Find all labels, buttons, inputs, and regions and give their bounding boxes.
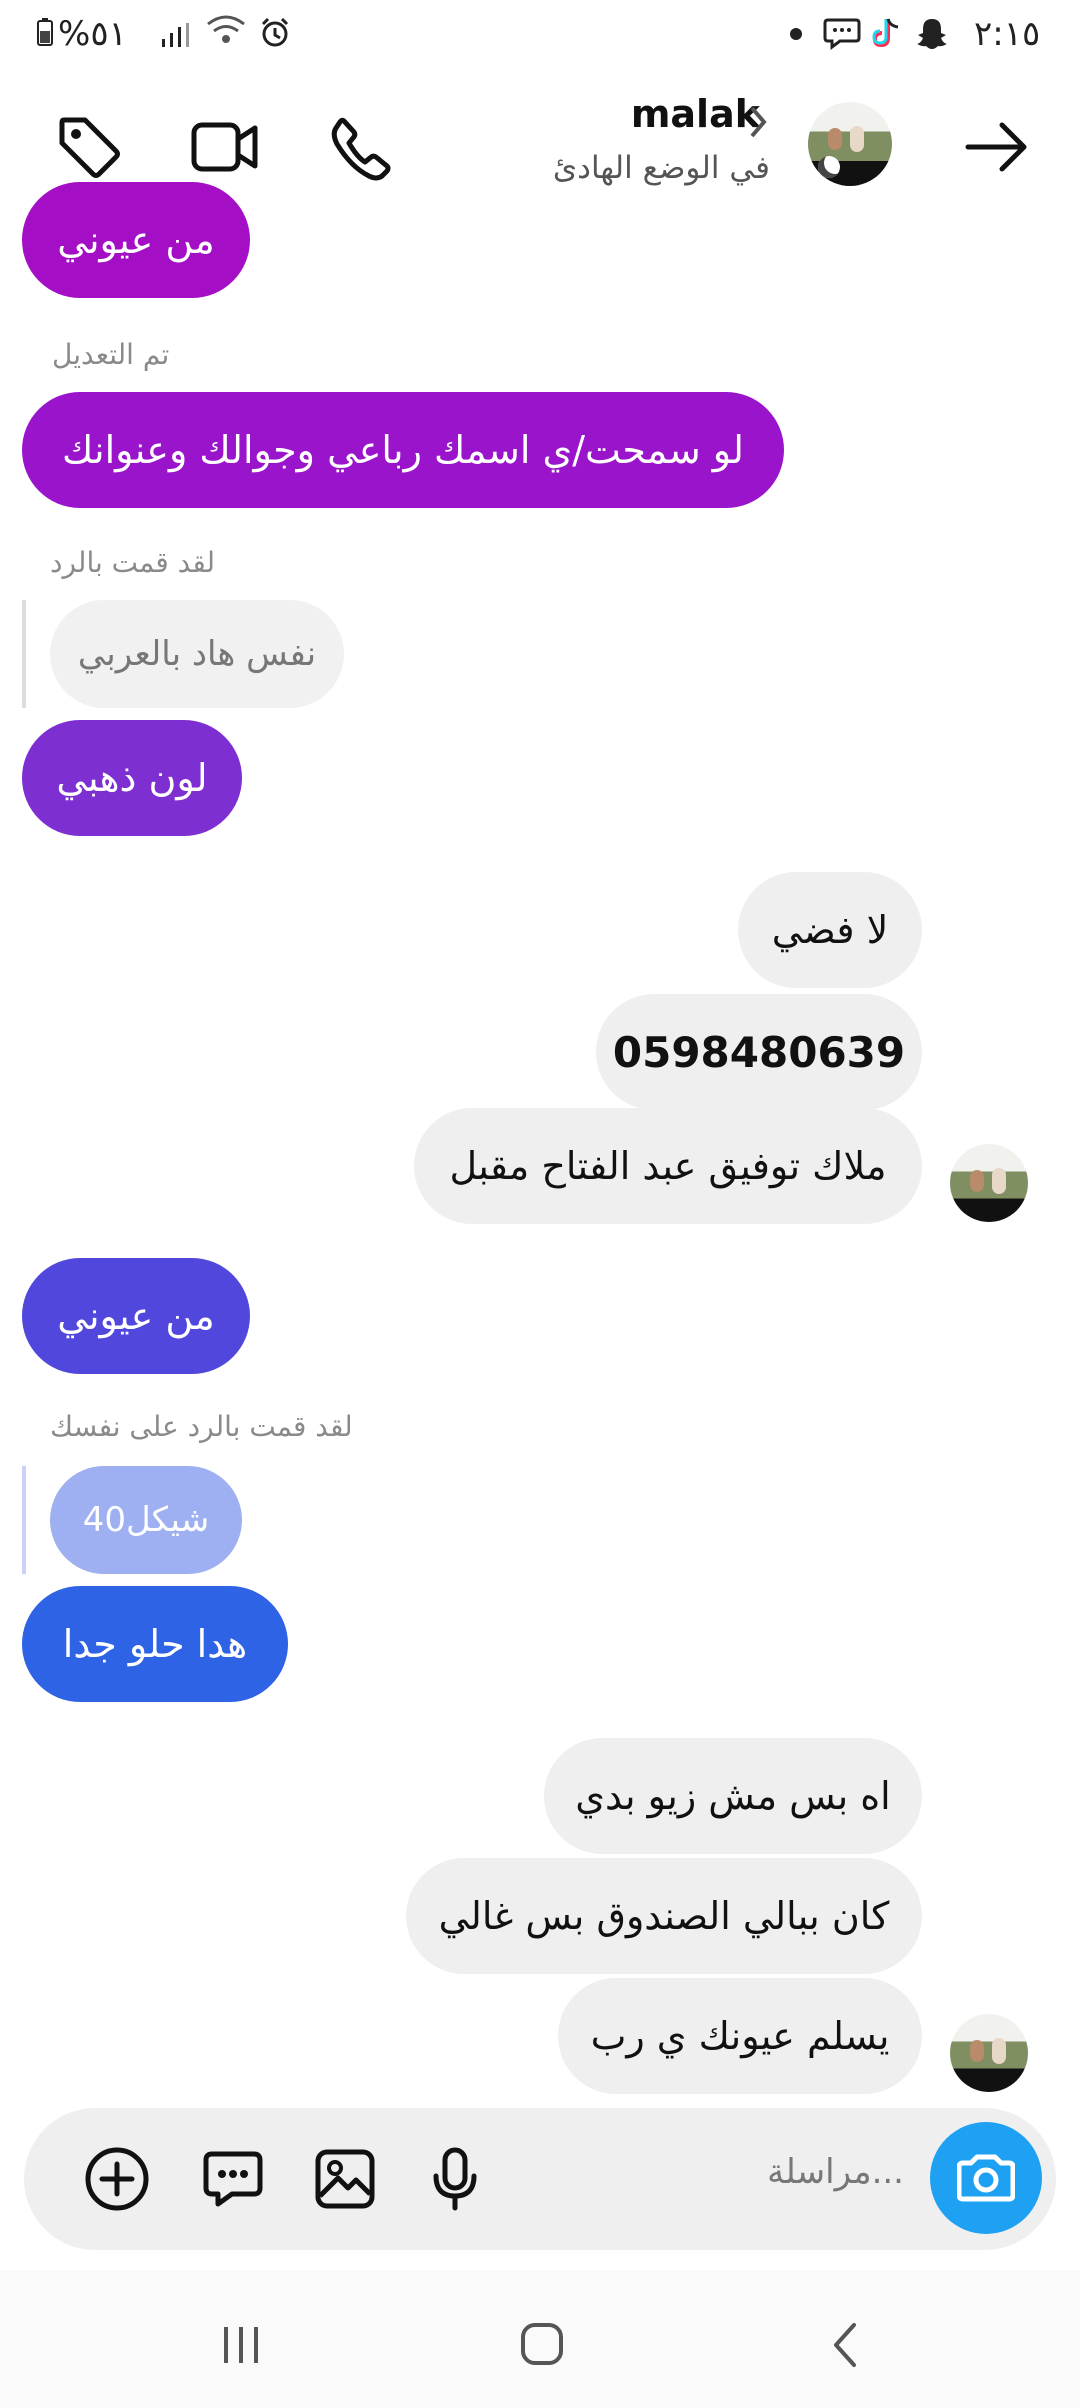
message-bubble[interactable]: اه بس مش زيو بدي [544,1738,922,1854]
signal-icon [160,18,194,58]
camera-icon [957,2154,1015,2202]
video-call-icon[interactable] [180,102,270,192]
system-navigation-bar [0,2270,1080,2408]
tag-icon[interactable] [44,102,134,192]
alarm-icon [258,16,292,59]
message-input[interactable]: مراسلة... [714,2152,904,2208]
battery-percent: %٥١ [58,14,127,54]
quoted-message[interactable]: نفس هاد بالعربي [50,600,344,708]
message-bubble-icon [822,16,862,59]
message-bubble[interactable]: من عيوني [22,1258,250,1374]
message-composer: مراسلة... [24,2108,1056,2250]
back-arrow-icon[interactable] [952,102,1042,192]
tiktok-icon [870,16,904,59]
message-bubble[interactable]: من عيوني [22,182,250,298]
message-bubble[interactable]: كان ببالي الصندوق بس غالي [406,1858,922,1974]
edited-label: تم التعديل [52,338,170,371]
message-bubble[interactable]: هدا حلو جدا [22,1586,288,1702]
reply-label: لقد قمت بالرد على نفسك [50,1410,353,1443]
chevron-right-icon[interactable] [744,102,772,142]
message-bubble[interactable]: 0598480639 [596,994,922,1110]
snapchat-icon [914,16,950,59]
status-bar: %٥١ ٢:١٥ [0,0,1080,72]
quoted-message[interactable]: 40شيكل [50,1466,242,1574]
quiet-mode-icon [818,156,840,178]
recent-apps-icon[interactable] [218,2322,264,2368]
back-icon[interactable] [824,2320,864,2370]
contact-status: في الوضع الهادئ [552,150,770,186]
phone-icon[interactable] [316,102,406,192]
message-bubble[interactable]: ملاك توفيق عبد الفتاح مقبل [414,1108,922,1224]
battery-icon [36,16,54,56]
wifi-icon [204,14,248,57]
reply-indicator [22,600,26,708]
add-icon[interactable] [72,2134,162,2224]
gallery-icon[interactable] [300,2134,390,2224]
dot-icon [790,28,802,40]
message-bubble[interactable]: لو سمحت/ي اسمك رباعي وجوالك وعنوانك [22,392,784,508]
message-bubble[interactable]: لون ذهبي [22,720,242,836]
contact-avatar[interactable] [950,2014,1028,2092]
clock: ٢:١٥ [974,14,1041,54]
home-icon[interactable] [518,2320,566,2368]
camera-button[interactable] [930,2122,1042,2234]
reply-label: لقد قمت بالرد [50,546,216,579]
chat-options-icon[interactable] [188,2134,278,2224]
contact-avatar[interactable] [950,1144,1028,1222]
message-bubble[interactable]: يسلم عيونك ي رب [558,1978,922,2094]
microphone-icon[interactable] [410,2134,500,2224]
message-bubble[interactable]: لا فضي [738,872,922,988]
reply-indicator [22,1466,26,1574]
contact-name[interactable]: malak [631,92,760,136]
